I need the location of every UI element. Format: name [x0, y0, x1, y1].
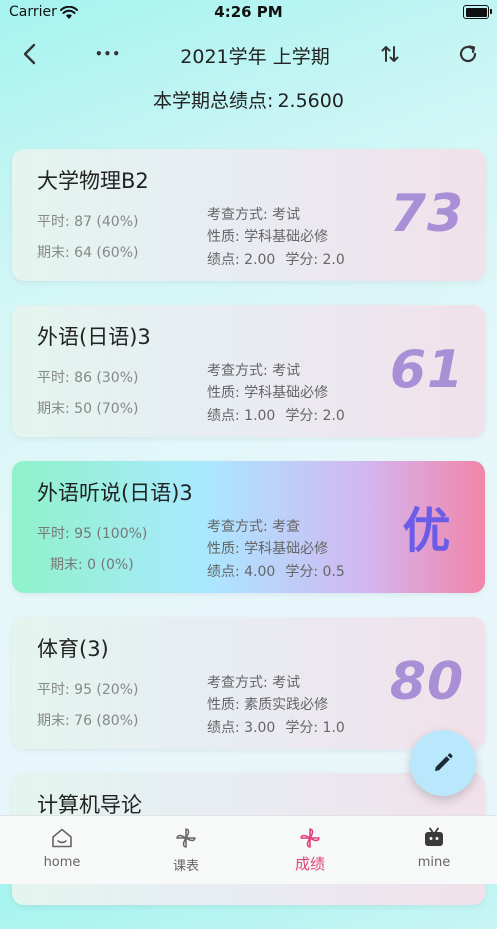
credit: 学分: 2.0	[285, 252, 345, 268]
tab-grades[interactable]: 成绩	[248, 816, 372, 884]
tab-schedule-label: 课表	[172, 859, 199, 874]
credit: 学分: 2.0	[285, 408, 345, 424]
tab-grades-label: 成绩	[294, 855, 325, 873]
back-button[interactable]	[12, 36, 48, 72]
course-score: 61	[389, 340, 465, 400]
house-icon	[52, 828, 72, 848]
course-list: 大学物理B2 平时: 87 (40%) 期末: 64 (60%) 考查方式: 考…	[12, 149, 485, 929]
pinwheel-icon	[300, 828, 320, 848]
more-button[interactable]: •••	[88, 36, 128, 72]
gpa-credit-line: 绩点: 4.00 学分: 0.5	[207, 561, 345, 581]
gpa-credit-line: 绩点: 2.00 学分: 2.0	[207, 249, 345, 269]
exam-method: 考查方式: 考试	[207, 675, 301, 691]
course-score: 优	[402, 503, 452, 559]
course-nature: 性质: 学科基础必修	[207, 541, 329, 557]
usual-score: 平时: 95 (20%)	[37, 682, 139, 698]
edit-fab-button[interactable]	[410, 730, 476, 796]
course-score: 73	[389, 184, 465, 244]
ellipsis-icon: •••	[94, 47, 121, 61]
tab-schedule[interactable]: 课表	[124, 816, 248, 884]
exam-method: 考查方式: 考查	[207, 519, 301, 535]
nav-bar: ••• 2021学年 上学期	[0, 36, 497, 72]
final-score: 期末: 50 (70%)	[37, 401, 139, 417]
tab-mine[interactable]: mine	[372, 816, 496, 884]
course-name: 外语听说(日语)3	[37, 481, 193, 505]
grade-point: 绩点: 1.00	[207, 408, 276, 424]
refresh-button[interactable]	[450, 36, 486, 72]
course-nature: 性质: 学科基础必修	[207, 385, 329, 401]
final-score: 期末: 64 (60%)	[37, 245, 139, 261]
final-score: 期末: 76 (80%)	[37, 713, 139, 729]
clock: 4:26 PM	[214, 3, 283, 21]
course-nature: 性质: 素质实践必修	[207, 697, 329, 713]
status-bar: Carrier 4:26 PM	[0, 0, 497, 26]
usual-score: 平时: 87 (40%)	[37, 214, 139, 230]
gpa-credit-line: 绩点: 1.00 学分: 2.0	[207, 405, 345, 425]
sort-arrows-icon	[381, 46, 399, 62]
refresh-icon	[459, 45, 477, 63]
usual-score: 平时: 95 (100%)	[37, 526, 148, 542]
gpa-credit-line: 绩点: 3.00 学分: 1.0	[207, 717, 345, 737]
tab-bar: home 课表 成绩 mine	[0, 815, 497, 884]
grade-point: 绩点: 2.00	[207, 252, 276, 268]
exam-method: 考查方式: 考试	[207, 207, 301, 223]
course-name: 大学物理B2	[37, 169, 149, 193]
course-card[interactable]: 体育(3) 平时: 95 (20%) 期末: 76 (80%) 考查方式: 考试…	[12, 617, 485, 749]
grade-point: 绩点: 4.00	[207, 564, 276, 580]
tab-mine-label: mine	[417, 855, 451, 870]
usual-score: 平时: 86 (30%)	[37, 370, 139, 386]
tab-home-label: home	[43, 855, 81, 870]
term-gpa-value: 2.5600	[277, 90, 344, 112]
tab-home[interactable]: home	[0, 816, 124, 884]
grade-point: 绩点: 3.00	[207, 720, 276, 736]
chevron-left-icon	[23, 43, 36, 65]
pencil-icon	[435, 753, 453, 771]
course-card[interactable]: 外语(日语)3 平时: 86 (30%) 期末: 50 (70%) 考查方式: …	[12, 305, 485, 437]
term-gpa-summary: 本学期总绩点: 2.5600	[0, 86, 497, 113]
course-nature: 性质: 学科基础必修	[207, 229, 329, 245]
sort-button[interactable]	[372, 36, 408, 72]
course-score: 80	[389, 652, 465, 712]
course-name: 外语(日语)3	[37, 325, 151, 349]
term-gpa-label: 本学期总绩点:	[153, 90, 274, 112]
credit: 学分: 1.0	[285, 720, 345, 736]
pinwheel-icon	[176, 828, 196, 848]
battery-icon	[463, 5, 492, 19]
tv-icon	[425, 827, 443, 846]
credit: 学分: 0.5	[285, 564, 345, 580]
page-title: 2021学年 上学期	[180, 46, 330, 68]
course-card[interactable]: 外语听说(日语)3 平时: 95 (100%) 期末: 0 (0%) 考查方式:…	[12, 461, 485, 593]
course-card[interactable]: 大学物理B2 平时: 87 (40%) 期末: 64 (60%) 考查方式: 考…	[12, 149, 485, 281]
course-name: 体育(3)	[37, 637, 109, 661]
final-score: 期末: 0 (0%)	[50, 557, 134, 573]
exam-method: 考查方式: 考试	[207, 363, 301, 379]
